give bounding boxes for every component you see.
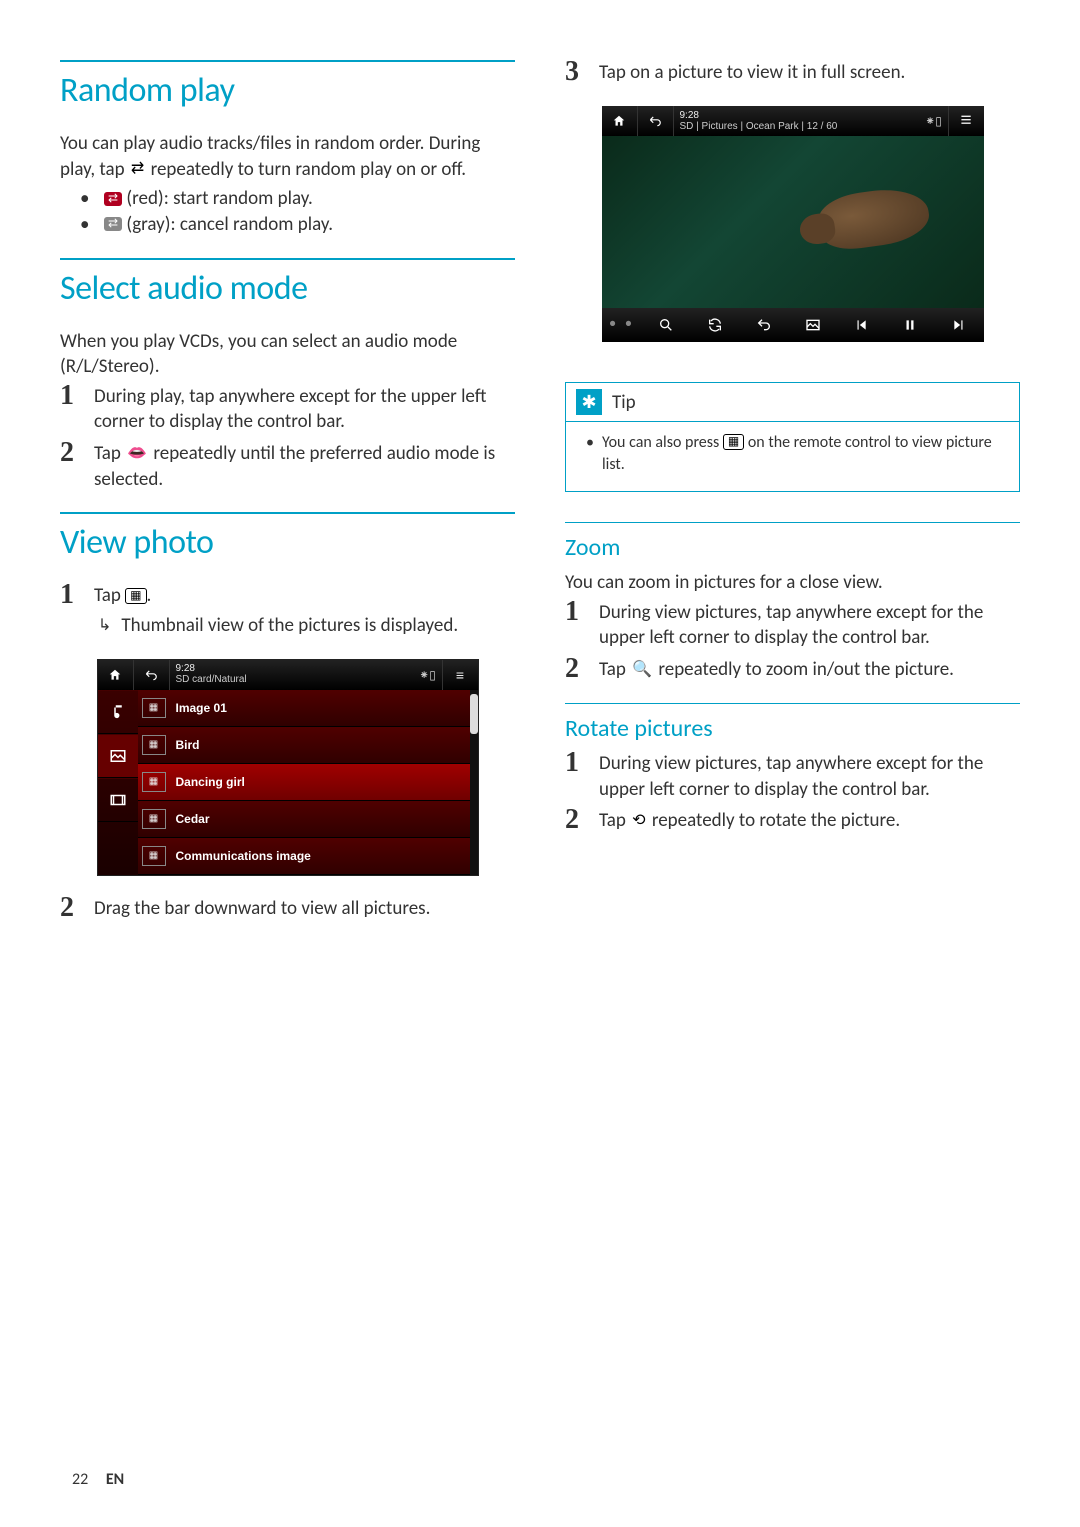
shuffle-red-icon: ⇄	[104, 192, 122, 206]
view-photo-steps-1: 1 Tap ▦. ↳Thumbnail view of the pictures…	[60, 583, 515, 638]
scrollbar-thumb[interactable]	[470, 694, 478, 734]
list-item[interactable]: ▦Dancing girl	[138, 764, 478, 801]
list-item[interactable]: ▦Communications image	[138, 838, 478, 875]
zoom-intro: You can zoom in pictures for a close vie…	[565, 570, 1020, 596]
subsection-rule	[565, 522, 1020, 523]
back-icon[interactable]	[134, 660, 170, 690]
rotate-icon[interactable]	[690, 308, 739, 342]
step-number: 1	[565, 598, 585, 626]
photo-content	[815, 184, 932, 254]
rotate-icon: ⟲	[630, 813, 647, 829]
select-audio-steps: 1During play, tap anywhere except for th…	[60, 384, 515, 493]
thumb-icon: ▦	[142, 735, 166, 755]
view-photo-steps-2: 2Drag the bar downward to view all pictu…	[60, 896, 515, 922]
section-rule	[60, 60, 515, 62]
home-icon[interactable]	[602, 106, 638, 136]
page-number: 22	[72, 1470, 88, 1489]
section-rule	[60, 512, 515, 514]
left-column: Random play You can play audio tracks/fi…	[60, 60, 515, 942]
section-rule	[60, 258, 515, 260]
device-body: ▦Image 01 ▦Bird ▦Dancing girl ▦Cedar ▦Co…	[98, 690, 478, 875]
next-icon[interactable]	[935, 308, 984, 342]
thumb-icon: ▦	[142, 772, 166, 792]
pager-dots: • •	[602, 314, 642, 336]
tip-body: You can also press ▦ on the remote contr…	[566, 422, 1019, 491]
picture-icon: ▦	[125, 588, 146, 604]
thumb-icon: ▦	[142, 698, 166, 718]
heading-random-play: Random play	[60, 70, 515, 111]
device-photo-toolbar: • •	[602, 308, 984, 342]
rotate-steps: 1During view pictures, tap anywhere exce…	[565, 751, 1020, 834]
device-time: 9:28	[674, 111, 838, 121]
device-time: 9:28	[170, 664, 247, 674]
zoom-icon: 🔍	[630, 662, 654, 678]
device-status-bar: 9:28 SD card/Natural ⁕▯ ≡	[98, 660, 478, 690]
device-path: SD card/Natural	[170, 674, 247, 685]
step-number: 3	[565, 58, 585, 86]
back-icon[interactable]	[638, 106, 674, 136]
random-play-intro: You can play audio tracks/files in rando…	[60, 131, 515, 182]
device-path: SD | Pictures | Ocean Park | 12 / 60	[674, 121, 838, 132]
picture-list-remote-icon: ▦	[723, 434, 744, 450]
device-screenshot-photo: 9:28 SD | Pictures | Ocean Park | 12 / 6…	[602, 106, 984, 342]
zoom-icon[interactable]	[642, 308, 691, 342]
prev-icon[interactable]	[837, 308, 886, 342]
tip-header: ✱ Tip	[566, 383, 1019, 422]
page-footer: 22 EN	[72, 1470, 124, 1489]
page-language: EN	[106, 1470, 124, 1489]
result-arrow-icon: ↳	[98, 613, 111, 639]
tip-star-icon: ✱	[576, 389, 602, 415]
scrollbar[interactable]	[470, 690, 478, 875]
bluetooth-battery-icon: ⁕▯	[920, 114, 948, 128]
sidebar-pictures-icon[interactable]	[98, 734, 138, 778]
step-number: 2	[60, 894, 80, 922]
zoom-steps: 1During view pictures, tap anywhere exce…	[565, 600, 1020, 683]
step-number: 1	[60, 581, 80, 609]
page-columns: Random play You can play audio tracks/fi…	[60, 60, 1020, 942]
list-item[interactable]: ▦Image 01	[138, 690, 478, 727]
list-item[interactable]: ▦Cedar	[138, 801, 478, 838]
picture-list-icon[interactable]	[788, 308, 837, 342]
undo-icon[interactable]	[739, 308, 788, 342]
step-number: 2	[565, 806, 585, 834]
pause-icon[interactable]	[886, 308, 935, 342]
step-number: 1	[60, 382, 80, 410]
step-number: 1	[565, 749, 585, 777]
heading-select-audio: Select audio mode	[60, 268, 515, 309]
heading-view-photo: View photo	[60, 522, 515, 563]
view-photo-steps-3: 3Tap on a picture to view it in full scr…	[565, 60, 1020, 86]
heading-zoom: Zoom	[565, 533, 1020, 562]
thumb-icon: ▦	[142, 809, 166, 829]
device-sidebar	[98, 690, 138, 875]
audio-mode-icon: 👄	[125, 446, 149, 462]
shuffle-gray-icon: ⇄	[104, 217, 122, 231]
sidebar-video-icon[interactable]	[98, 778, 138, 822]
menu-icon[interactable]: ≡	[948, 106, 984, 136]
shuffle-icon: ⇄	[129, 161, 146, 177]
device-screenshot-list: 9:28 SD card/Natural ⁕▯ ≡ ▦Image 01 ▦Bir…	[97, 659, 479, 876]
device-status-bar: 9:28 SD | Pictures | Ocean Park | 12 / 6…	[602, 106, 984, 136]
thumb-icon: ▦	[142, 846, 166, 866]
random-play-bullets: ⇄ (red): start random play. ⇄ (gray): ca…	[60, 186, 515, 237]
list-item[interactable]: ▦Bird	[138, 727, 478, 764]
right-column: 3Tap on a picture to view it in full scr…	[565, 60, 1020, 942]
tip-label: Tip	[612, 391, 636, 414]
tip-box: ✱ Tip You can also press ▦ on the remote…	[565, 382, 1020, 492]
subsection-rule	[565, 703, 1020, 704]
home-icon[interactable]	[98, 660, 134, 690]
bluetooth-battery-icon: ⁕▯	[414, 668, 442, 682]
heading-rotate: Rotate pictures	[565, 714, 1020, 743]
device-photo-view[interactable]	[602, 136, 984, 308]
step-number: 2	[565, 655, 585, 683]
sidebar-music-icon[interactable]	[98, 690, 138, 734]
step-number: 2	[60, 439, 80, 467]
select-audio-intro: When you play VCDs, you can select an au…	[60, 329, 515, 380]
device-file-list: ▦Image 01 ▦Bird ▦Dancing girl ▦Cedar ▦Co…	[138, 690, 478, 875]
menu-icon[interactable]: ≡	[442, 660, 478, 690]
